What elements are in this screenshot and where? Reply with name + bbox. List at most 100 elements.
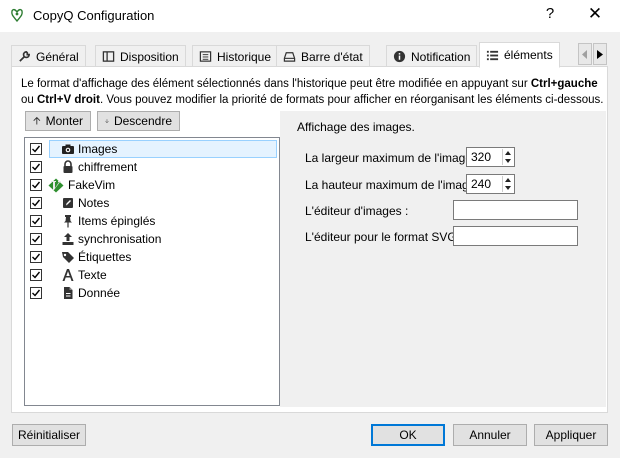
spin-down-icon[interactable]: [503, 157, 513, 165]
chevron-right-icon: [597, 49, 603, 59]
description-part: ou: [21, 94, 37, 106]
tab-label: Barre d'état: [301, 49, 363, 64]
list-item-texte[interactable]: Texte: [25, 266, 279, 284]
note-icon: [63, 198, 73, 208]
move-up-button[interactable]: Monter: [25, 111, 91, 131]
file-icon: [64, 287, 73, 299]
tab-label: Notification: [411, 49, 471, 64]
list-item-chiffrement[interactable]: chiffrement: [25, 158, 279, 176]
plugin-list[interactable]: Images chiffrement FakeVim Notes Items é…: [24, 137, 280, 406]
description-part: Le format d'affichage des élément sélect…: [21, 78, 531, 90]
list-item-images[interactable]: Images: [25, 140, 279, 158]
tab-general[interactable]: Général: [11, 45, 86, 67]
tab-notification[interactable]: Notification: [386, 45, 478, 67]
tab-barre-etat[interactable]: Barre d'état: [276, 45, 370, 67]
tab-elements[interactable]: éléments: [479, 42, 560, 68]
spin-up-icon[interactable]: [503, 176, 513, 184]
list-item-donnee[interactable]: Donnée: [25, 284, 279, 302]
upload-icon: [62, 233, 74, 245]
max-width-label: La largeur maximum de l'image :: [305, 151, 479, 165]
wrench-icon: [19, 51, 30, 62]
section-title: Affichage des images.: [297, 120, 415, 134]
pin-icon: [64, 215, 72, 228]
max-height-spinbox[interactable]: 240: [466, 174, 515, 194]
vim-icon: [48, 178, 64, 193]
max-height-label: La hauteur maximum de l'image :: [305, 178, 483, 192]
tab-historique[interactable]: Historique: [192, 45, 279, 67]
list-item-label: Images: [78, 142, 118, 156]
max-height-value: 240: [471, 177, 492, 191]
tab-label: éléments: [504, 48, 553, 62]
list-item-items-epingles[interactable]: Items épinglés: [25, 212, 279, 230]
ok-button[interactable]: OK: [371, 424, 445, 446]
tab-label: Historique: [217, 49, 272, 64]
list-item-label: Étiquettes: [78, 250, 132, 264]
tab-bar: Général Disposition Historique Barre d'é…: [11, 42, 611, 68]
lock-icon: [63, 160, 73, 173]
tab-disposition[interactable]: Disposition: [95, 45, 186, 67]
move-up-label: Monter: [45, 114, 83, 128]
description-text: Le format d'affichage des élément sélect…: [21, 76, 606, 108]
list-item-label: synchronisation: [78, 232, 162, 246]
reset-button[interactable]: Réinitialiser: [12, 424, 86, 446]
list-item-label: Texte: [78, 268, 107, 282]
copyq-logo-icon: [11, 8, 23, 23]
elements-panel: Le format d'affichage des élément sélect…: [11, 66, 608, 413]
list-item-etiquettes[interactable]: Étiquettes: [25, 248, 279, 266]
list-item-label: Notes: [78, 196, 110, 210]
layout-icon: [102, 51, 115, 62]
window-title: CopyQ Configuration: [33, 8, 155, 23]
title-bar: CopyQ Configuration ? ✕: [0, 0, 620, 32]
info-icon: [393, 50, 406, 63]
arrow-down-icon: [105, 119, 109, 124]
image-editor-input[interactable]: [453, 200, 578, 220]
apply-button[interactable]: Appliquer: [534, 424, 608, 446]
move-down-button[interactable]: Descendre: [97, 111, 180, 131]
checkbox-donnee[interactable]: [30, 287, 42, 299]
list-item-label: Items épinglés: [78, 214, 156, 228]
list-item-label: Donnée: [78, 286, 121, 300]
shortcut-right: Ctrl+V droit: [37, 94, 100, 106]
help-button[interactable]: ?: [540, 5, 560, 25]
spin-down-icon[interactable]: [503, 184, 513, 192]
chevron-left-icon: [582, 49, 587, 59]
list-icon: [486, 50, 499, 60]
checkbox-fakevim[interactable]: [30, 179, 42, 191]
checkbox-texte[interactable]: [30, 269, 42, 281]
camera-icon: [62, 144, 74, 154]
arrow-up-icon: [33, 116, 41, 125]
list-item-synchronisation[interactable]: synchronisation: [25, 230, 279, 248]
tab-scroll-left-button[interactable]: [578, 43, 592, 65]
font-icon: [62, 269, 74, 281]
description-part: . Vous pouvez modifier la priorité de fo…: [99, 94, 604, 106]
list-item-notes[interactable]: Notes: [25, 194, 279, 212]
checkbox-chiffrement[interactable]: [30, 161, 42, 173]
spin-arrows[interactable]: [502, 176, 513, 192]
tab-label: Général: [36, 49, 79, 64]
list-item-label: chiffrement: [78, 160, 138, 174]
cancel-button[interactable]: Annuler: [453, 424, 527, 446]
tab-label: Disposition: [120, 49, 179, 64]
list-item-label: FakeVim: [68, 178, 116, 192]
tab-scroll-right-button[interactable]: [593, 43, 607, 65]
tag-icon: [62, 252, 74, 263]
move-down-label: Descendre: [113, 114, 172, 128]
spin-up-icon[interactable]: [503, 149, 513, 157]
spin-arrows[interactable]: [502, 149, 513, 165]
history-icon: [199, 51, 212, 62]
close-button[interactable]: ✕: [582, 4, 608, 26]
checkbox-synchronisation[interactable]: [30, 233, 42, 245]
tray-icon: [283, 52, 296, 62]
image-editor-label: L'éditeur d'images :: [305, 204, 409, 218]
max-width-value: 320: [471, 150, 492, 164]
image-settings-pane: Affichage des images. La largeur maximum…: [280, 111, 606, 407]
checkbox-etiquettes[interactable]: [30, 251, 42, 263]
svg-editor-input[interactable]: [453, 226, 578, 246]
checkbox-notes[interactable]: [30, 197, 42, 209]
list-item-fakevim[interactable]: FakeVim: [25, 176, 279, 194]
shortcut-left: Ctrl+gauche: [530, 78, 598, 90]
max-width-spinbox[interactable]: 320: [466, 147, 515, 167]
checkbox-items-epingles[interactable]: [30, 215, 42, 227]
checkbox-images[interactable]: [30, 143, 42, 155]
svg-editor-label: L'éditeur pour le format SVG :: [305, 230, 464, 244]
